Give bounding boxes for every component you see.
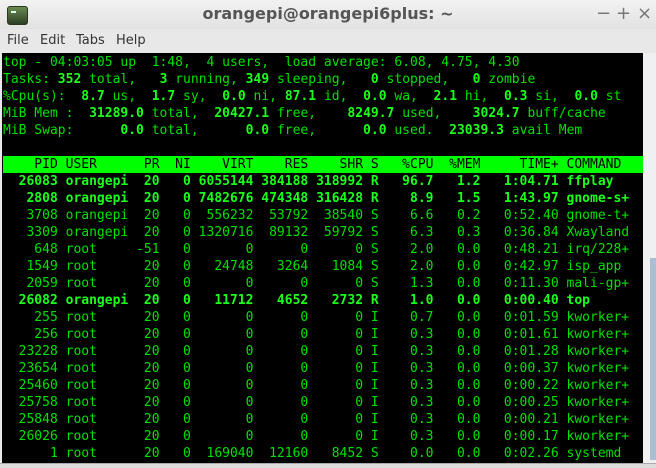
summary-value: 0.0 (363, 89, 387, 104)
process-row: 26026 root 20 0 0 0 0 I 0.3 0.0 0:00.17 … (3, 429, 630, 444)
summary-label: MiB Mem : (3, 106, 90, 121)
summary-label: sleeping, (269, 72, 371, 87)
summary-value: 0.0 (363, 123, 387, 138)
summary-label: us, (104, 89, 152, 104)
summary-line: MiB Swap: 0.0 total, 0.0 free, 0.0 used.… (3, 122, 643, 139)
summary-label: si, (527, 89, 575, 104)
summary-value: 8.7 (81, 89, 105, 104)
summary-label: %Cpu(s): (3, 89, 82, 104)
summary-label: total, (143, 123, 246, 138)
summary-label: avail Mem (503, 123, 583, 138)
process-row: 256 root 20 0 0 0 0 I 0.3 0.0 0:01.61 kw… (3, 327, 630, 342)
summary-label: sy, (175, 89, 223, 104)
summary-value: 87.1 (284, 89, 317, 104)
process-row: 3309 orangepi 20 0 1320716 89132 59792 S… (3, 225, 630, 240)
window-title: orangepi@orangepi6plus: ~ (202, 4, 454, 23)
process-row: 1549 root 20 0 24748 3264 1084 S 2.0 0.0… (3, 259, 622, 274)
summary-value: 0.0 (120, 123, 144, 138)
summary-value: 0.0 (245, 123, 270, 138)
summary-line: %Cpu(s): 8.7 us, 1.7 sy, 0.0 ni, 87.1 id… (3, 88, 643, 105)
menu-edit[interactable]: Edit (40, 33, 65, 48)
summary-value: 8249.7 (347, 106, 395, 121)
summary-label: zombie (480, 72, 536, 87)
summary-label: Tasks: (3, 72, 58, 87)
minimize-button[interactable]: − (596, 3, 611, 24)
window-bottom-border (0, 463, 656, 468)
summary-label: hi, (457, 89, 504, 104)
summary-label: used. (386, 123, 450, 138)
process-row: 255 root 20 0 0 0 0 I 0.7 0.0 0:01.59 kw… (3, 310, 630, 325)
process-row: 25848 root 20 0 0 0 0 I 0.3 0.0 0:00.21 … (3, 412, 630, 427)
summary-value: 20427.1 (214, 106, 270, 121)
summary-value: 1.7 (151, 89, 176, 104)
summary-label: running, (167, 72, 246, 87)
scrollbar-thumb[interactable] (650, 258, 656, 460)
summary-value: 0 (370, 72, 379, 87)
summary-value: 0.0 (574, 89, 598, 104)
process-row: 1 root 20 0 169040 12160 8452 S 0.0 0.0 … (3, 446, 622, 461)
summary-value: 3024.7 (472, 106, 520, 121)
summary-value: 2.1 (433, 89, 458, 104)
summary-label: id, (316, 89, 364, 104)
terminal-output[interactable]: top - 04:03:05 up 1:48, 4 users, load av… (2, 53, 643, 463)
process-row: 648 root -51 0 0 0 0 S 2.0 0.0 0:48.21 i… (3, 242, 630, 257)
summary-label: buff/cache (519, 106, 606, 121)
maximize-button[interactable]: + (616, 3, 631, 24)
summary-label: stopped, (378, 72, 473, 87)
process-row: 25758 root 20 0 0 0 0 I 0.3 0.0 0:00.25 … (3, 395, 630, 410)
summary-label: total, (81, 72, 160, 87)
column-header: PID USER PR NI VIRT RES SHR S %CPU %MEM … (3, 156, 643, 173)
summary-label: free, (269, 123, 364, 138)
summary-value: 23039.3 (449, 123, 504, 138)
menu-help[interactable]: Help (116, 33, 146, 48)
summary-value: 0.3 (504, 89, 528, 104)
close-button[interactable]: × (637, 3, 652, 24)
title-bar: orangepi@orangepi6plus: ~ − + × (0, 0, 656, 29)
summary-value: 349 (245, 72, 270, 87)
process-row: 2059 root 20 0 0 0 0 S 1.3 0.0 0:11.30 m… (3, 276, 630, 291)
process-row: 2808 orangepi 20 0 7482676 474348 316428… (3, 191, 630, 206)
process-row: 23654 root 20 0 0 0 0 I 0.3 0.0 0:00.37 … (3, 361, 630, 376)
process-row: 26083 orangepi 20 0 6055144 384188 31899… (3, 174, 614, 189)
summary-value: 0.0 (222, 89, 246, 104)
summary-value: 352 (57, 72, 82, 87)
process-row: 23228 root 20 0 0 0 0 I 0.3 0.0 0:01.28 … (3, 344, 630, 359)
summary-label: MiB Swap: (3, 123, 121, 138)
summary-label: free, (269, 106, 348, 121)
menu-tabs[interactable]: Tabs (76, 33, 105, 48)
summary-line: Tasks: 352 total, 3 running, 349 sleepin… (3, 71, 643, 88)
process-row: 25460 root 20 0 0 0 0 I 0.3 0.0 0:00.22 … (3, 378, 630, 393)
process-row: 3708 orangepi 20 0 556232 53792 38540 S … (3, 208, 630, 223)
summary-label: used, (394, 106, 473, 121)
summary-label: st (597, 89, 622, 104)
summary-value: 31289.0 (89, 106, 144, 121)
menu-bar: File Edit Tabs Help (0, 29, 656, 53)
menu-file[interactable]: File (7, 33, 29, 48)
summary-label: top - 04:03:05 up 1:48, 4 users, load av… (3, 55, 520, 70)
summary-label: ni, (245, 89, 285, 104)
summary-line: top - 04:03:05 up 1:48, 4 users, load av… (3, 54, 643, 71)
process-row: 26082 orangepi 20 0 11712 4652 2732 R 1.… (3, 293, 590, 308)
top-output: top - 04:03:05 up 1:48, 4 users, load av… (2, 53, 643, 462)
summary-label: total, (143, 106, 215, 121)
summary-line: MiB Mem : 31289.0 total, 20427.1 free, 8… (3, 105, 643, 122)
summary-label: wa, (386, 89, 434, 104)
